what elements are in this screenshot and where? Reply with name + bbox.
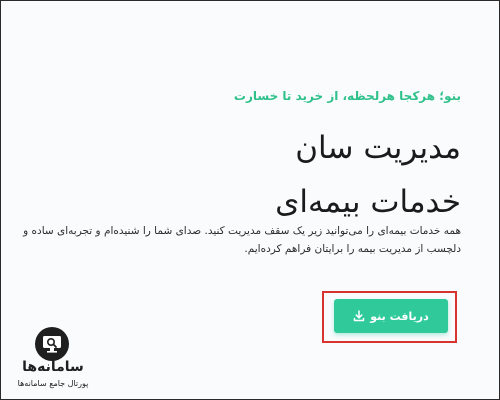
headline-line-1: مدیریت سان bbox=[295, 130, 461, 166]
hero-description: همه خدمات بیمه‌ای را می‌توانید زیر یک سق… bbox=[23, 225, 461, 255]
watermark-name: سامانه‌ها bbox=[22, 359, 84, 375]
search-monitor-icon bbox=[35, 327, 69, 361]
hero-tagline: بنو؛ هرکجا هرلحظه، از خرید تا خسارت bbox=[233, 89, 461, 103]
watermark-subtitle: پورتال جامع سامانه‌ها bbox=[17, 379, 89, 388]
download-app-button[interactable]: دریافت بنو bbox=[334, 299, 448, 333]
watermark-logo: سامانه‌ها پورتال جامع سامانه‌ها bbox=[9, 323, 99, 393]
download-icon bbox=[353, 310, 365, 322]
hero-headline: مدیریت سان خدمات بیمه‌ای bbox=[161, 121, 461, 229]
screenshot-frame: بنو؛ هرکجا هرلحظه، از خرید تا خسارت مدیر… bbox=[0, 0, 500, 400]
cta-label: دریافت بنو bbox=[370, 309, 429, 323]
headline-line-2: خدمات بیمه‌ای bbox=[275, 184, 461, 220]
